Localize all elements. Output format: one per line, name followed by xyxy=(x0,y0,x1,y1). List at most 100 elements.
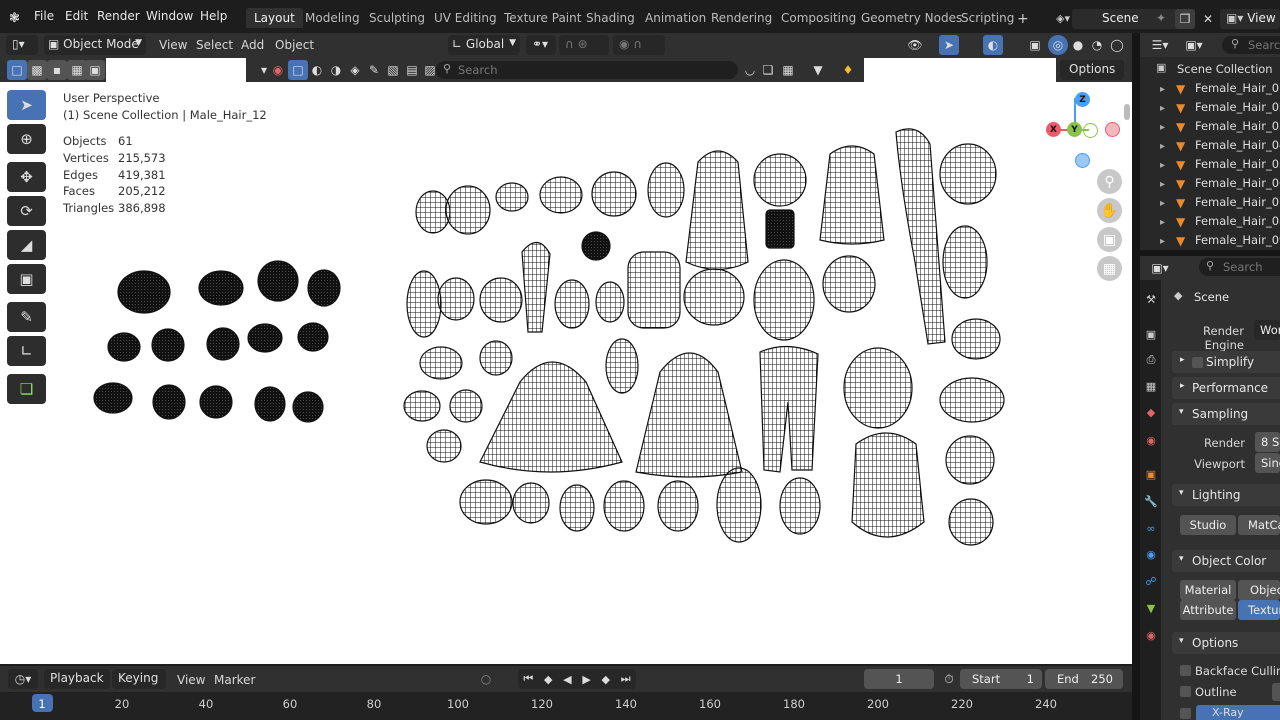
outline-color-swatch[interactable] xyxy=(1272,683,1280,701)
tool-tab-icon[interactable]: ⚒ xyxy=(1143,291,1159,307)
wireframe-shading-icon[interactable]: ◎ xyxy=(1048,35,1068,55)
xray-checkbox[interactable] xyxy=(1180,708,1191,719)
node-filter-icon[interactable]: ▤ xyxy=(402,60,422,80)
material-color-button[interactable]: Material xyxy=(1180,580,1236,600)
next-keyframe-icon[interactable]: ◆ xyxy=(602,673,610,686)
y-axis-handle[interactable]: Y xyxy=(1067,122,1082,137)
jump-start-icon[interactable]: ⏮ xyxy=(523,672,533,686)
neg-y-axis-handle[interactable] xyxy=(1083,123,1098,138)
shading-ball-icon[interactable]: ◡ xyxy=(740,60,760,80)
options-dropdown[interactable]: Options xyxy=(1060,60,1124,80)
end-frame-field[interactable]: End 250 xyxy=(1045,669,1123,689)
play-icon[interactable]: ▶ xyxy=(582,673,590,686)
view-layer-selector[interactable]: ▣▾ View xyxy=(1220,9,1280,29)
tab-modeling[interactable]: Modeling xyxy=(297,8,368,28)
tab-scripting[interactable]: Scripting xyxy=(953,8,1022,28)
display-mode-icon[interactable]: ▦ xyxy=(778,60,798,80)
menu-view[interactable]: View xyxy=(159,38,187,52)
select-invert-icon[interactable]: ▦ xyxy=(67,60,87,80)
jump-end-icon[interactable]: ⏭ xyxy=(621,672,631,686)
current-frame-field[interactable]: 1 xyxy=(864,669,934,689)
timeline-menu-marker[interactable]: Marker xyxy=(214,673,255,687)
play-reverse-icon[interactable]: ◀ xyxy=(563,673,571,686)
material-shading-icon[interactable]: ◔ xyxy=(1087,35,1107,55)
render-engine-dropdown[interactable]: Wor xyxy=(1254,320,1280,340)
move-tool[interactable]: ✥ xyxy=(7,162,46,192)
proportional-edit-button[interactable]: ◉ ∩ xyxy=(613,35,665,55)
outline-checkbox[interactable] xyxy=(1180,686,1191,697)
measure-tool[interactable]: ∟ xyxy=(7,336,46,366)
tab-texture-paint[interactable]: Texture Paint xyxy=(496,8,589,28)
attribute-color-button[interactable]: Attribute xyxy=(1180,600,1236,620)
menu-help[interactable]: Help xyxy=(200,9,227,23)
viewport-samples-field[interactable]: Sing xyxy=(1255,453,1280,473)
mode-selector[interactable]: ▣ Object Mode ▼ xyxy=(44,35,146,55)
x-axis-handle[interactable]: X xyxy=(1046,122,1061,137)
sampling-panel-header[interactable]: ▾ Sampling xyxy=(1172,403,1280,425)
simplify-checkbox[interactable] xyxy=(1192,357,1203,368)
particles-tab-icon[interactable]: ∞ xyxy=(1143,520,1159,536)
viewport-scrollbar[interactable] xyxy=(1124,104,1130,120)
add-cube-tool[interactable]: ❏ xyxy=(7,374,46,404)
3d-viewport[interactable] xyxy=(0,82,1132,664)
notification-bell-icon[interactable]: ♦ xyxy=(838,60,858,80)
tab-uv-editing[interactable]: UV Editing xyxy=(426,8,505,28)
menu-file[interactable]: File xyxy=(34,9,54,23)
view-layer-tab-icon[interactable]: ▦ xyxy=(1143,378,1159,394)
data-tab-icon[interactable]: ▼ xyxy=(1143,600,1159,616)
auto-keying-icon[interactable]: ○ xyxy=(476,669,496,689)
physics-tab-icon[interactable]: ◉ xyxy=(1143,546,1159,562)
timeline-editor-type-icon[interactable]: ◷▾ xyxy=(8,669,38,689)
tab-compositing[interactable]: Compositing xyxy=(773,8,864,28)
tab-layout[interactable]: Layout xyxy=(246,8,303,28)
menu-playback[interactable]: Playback xyxy=(44,669,110,689)
neg-x-axis-handle[interactable] xyxy=(1105,122,1120,137)
gizmo-toggle-icon[interactable]: ➤ xyxy=(939,35,959,55)
new-scene-icon[interactable]: ❐ xyxy=(1175,9,1195,29)
world-filter-icon[interactable]: ◈ xyxy=(345,60,365,80)
overlay-toggle-icon[interactable]: ◐ xyxy=(983,35,1003,55)
z-axis-handle[interactable]: Z xyxy=(1075,92,1090,107)
transform-orientation[interactable]: ∟ Global ▼ xyxy=(448,35,520,55)
select-new-icon[interactable]: □ xyxy=(7,60,27,80)
simplify-panel-header[interactable]: ▸ Simplify xyxy=(1172,351,1280,373)
object-tab-icon[interactable]: ▣ xyxy=(1143,466,1159,482)
scene-tab-icon[interactable]: ◆ xyxy=(1143,404,1159,420)
area-divider[interactable] xyxy=(1132,33,1140,720)
tab-sculpting[interactable]: Sculpting xyxy=(361,8,433,28)
pin-icon[interactable]: ✦ xyxy=(1156,11,1166,25)
options-panel-header[interactable]: ▾ Options xyxy=(1172,632,1280,654)
snap-button[interactable]: ∩ ⊛ xyxy=(559,35,609,55)
navigation-gizmo[interactable]: Z X Y xyxy=(1043,90,1123,170)
select-extend-icon[interactable]: ▩ xyxy=(27,60,47,80)
rendered-shading-icon[interactable]: ◯ xyxy=(1107,35,1127,55)
cursor-tool[interactable]: ⊕ xyxy=(7,124,46,154)
menu-keying[interactable]: Keying xyxy=(112,669,166,689)
select-intersect-icon[interactable]: ▣ xyxy=(85,60,105,80)
annotate-tool[interactable]: ✎ xyxy=(7,302,46,332)
neg-z-axis-handle[interactable] xyxy=(1075,153,1090,168)
backface-culling-checkbox[interactable] xyxy=(1180,665,1191,676)
filter-funnel-icon[interactable]: ▼ xyxy=(808,60,828,80)
transform-tool[interactable]: ▣ xyxy=(7,264,46,294)
menu-edit[interactable]: Edit xyxy=(65,9,88,23)
texture-filter-icon[interactable]: ▧ xyxy=(383,60,403,80)
bookmark-icon[interactable]: ❏ xyxy=(758,60,778,80)
matcap-button[interactable]: MatCa xyxy=(1238,515,1280,535)
prev-keyframe-icon[interactable]: ◆ xyxy=(544,673,552,686)
rotate-tool[interactable]: ⟳ xyxy=(7,196,46,226)
xray-field[interactable]: X-Ray xyxy=(1196,705,1280,720)
sphere-filter-icon[interactable]: ◐ xyxy=(307,60,327,80)
timeline-menu-view[interactable]: View xyxy=(177,673,205,687)
stopwatch-icon[interactable]: ⏱ xyxy=(939,669,959,689)
render-tab-icon[interactable]: ▣ xyxy=(1143,326,1159,342)
start-frame-field[interactable]: Start 1 xyxy=(960,669,1042,689)
studio-button[interactable]: Studio xyxy=(1180,515,1236,535)
add-workspace-icon[interactable]: + xyxy=(1017,11,1029,27)
world-tab-icon[interactable]: ◉ xyxy=(1143,432,1159,448)
modifier-tab-icon[interactable]: 🔧 xyxy=(1143,493,1159,509)
menu-select[interactable]: Select xyxy=(196,38,233,52)
select-box-tool[interactable]: ➤ xyxy=(7,90,46,120)
pan-hand-icon[interactable]: ✋ xyxy=(1097,198,1122,223)
texture-color-button[interactable]: Textur xyxy=(1238,600,1280,620)
